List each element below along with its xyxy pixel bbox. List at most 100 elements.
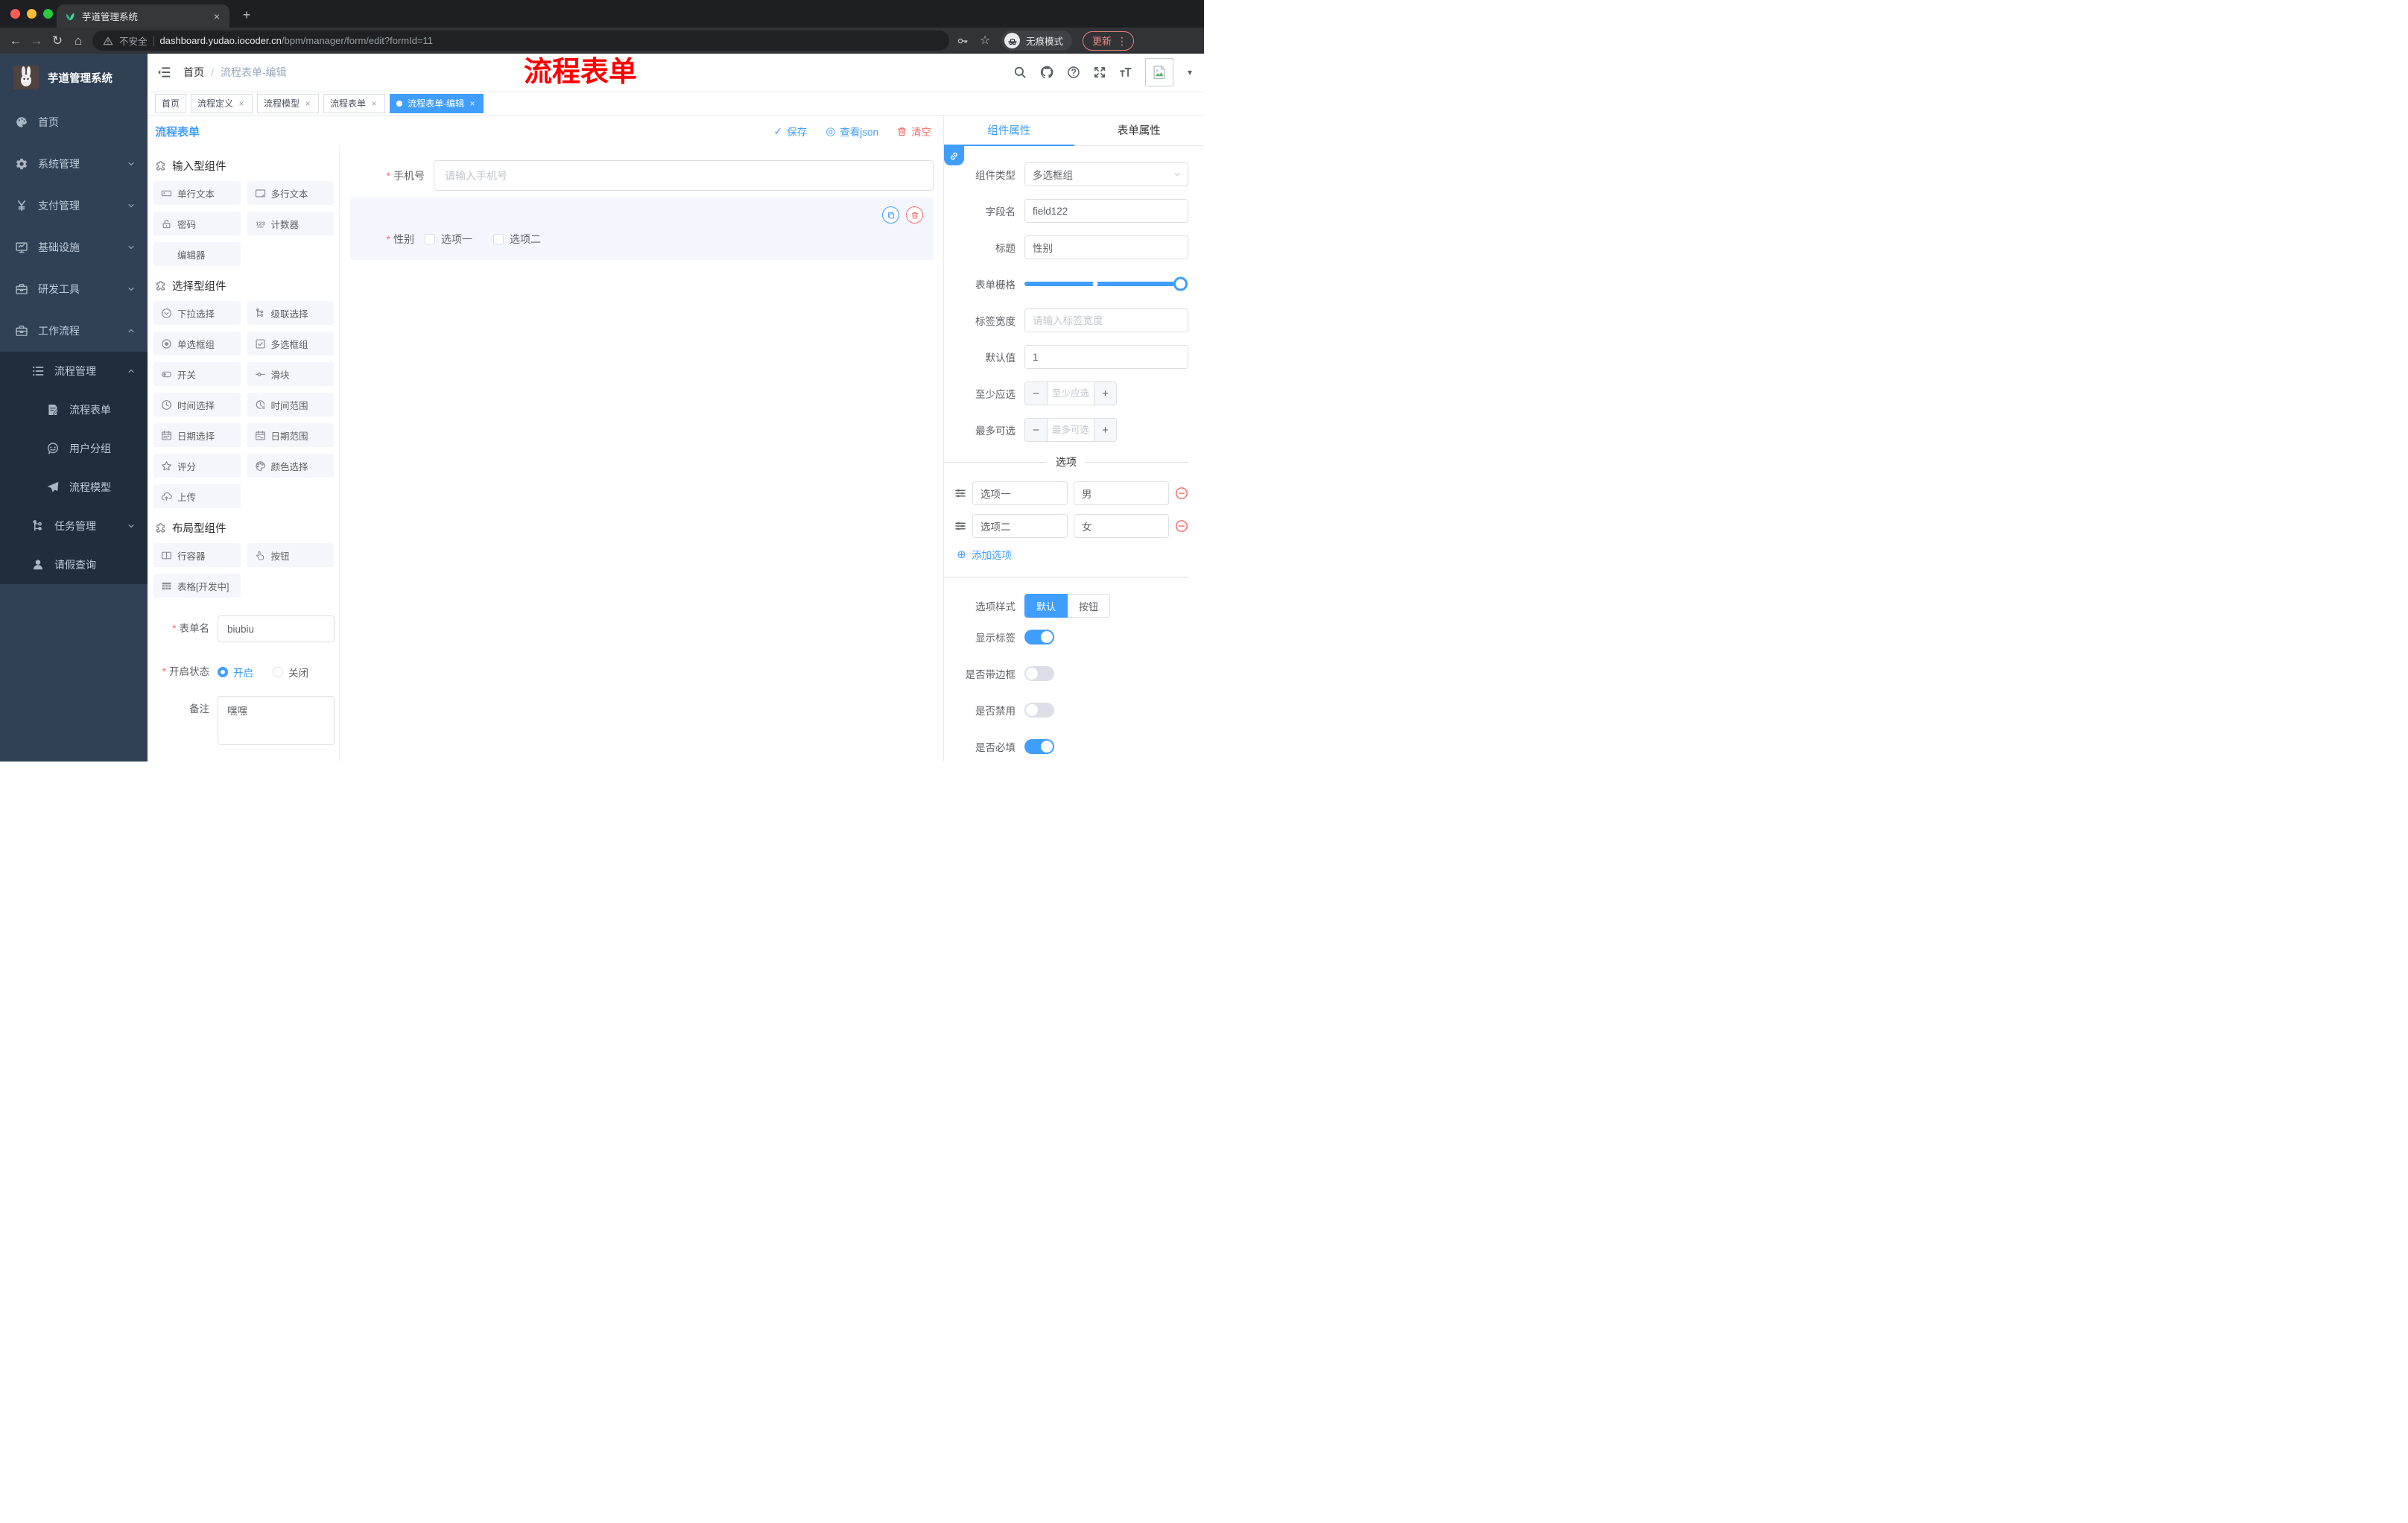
copy-widget-button[interactable] [882,206,899,224]
sidebar-item-11[interactable]: 请假查询 [0,545,148,584]
sidebar-item-4[interactable]: 研发工具 [0,268,148,310]
breadcrumb-home[interactable]: 首页 [183,65,204,80]
back-icon[interactable]: ← [9,34,22,48]
default-value-input[interactable] [1024,345,1188,369]
title-input[interactable] [1024,235,1188,259]
field-name-input[interactable] [1024,199,1188,223]
status-radio-off[interactable]: 关闭 [273,665,308,680]
palette-item-1-8[interactable]: 日期选择 [153,423,241,447]
tab-form-props[interactable]: 表单属性 [1074,116,1205,145]
tab-close-icon[interactable]: × [212,11,222,22]
style-default-button[interactable]: 默认 [1024,594,1068,618]
form-name-input[interactable] [218,615,335,642]
window-minimize-button[interactable] [27,9,37,19]
gender-option-1[interactable]: 选项二 [493,232,541,247]
label-width-input[interactable] [1024,308,1188,332]
tag-tab-3[interactable]: 流程表单 × [323,93,386,113]
palette-item-2-1[interactable]: 按钮 [247,543,334,567]
fullscreen-icon[interactable] [1093,66,1106,79]
tag-close-icon[interactable]: × [468,99,477,108]
home-icon[interactable]: ⌂ [72,34,85,48]
help-icon[interactable] [1067,66,1080,79]
palette-item-1-10[interactable]: 评分 [153,454,241,478]
tag-close-icon[interactable]: × [237,99,246,108]
tag-tab-0[interactable]: 首页 [155,93,187,113]
drag-handle-icon[interactable] [954,487,966,499]
sidebar-item-0[interactable]: 首页 [0,101,148,143]
palette-item-1-3[interactable]: 多选框组 [247,332,334,355]
min-select-input[interactable] [1048,382,1094,405]
sidebar-item-7[interactable]: 流程表单 [0,390,148,429]
window-close-button[interactable] [10,9,20,19]
window-zoom-button[interactable] [43,9,53,19]
palette-item-1-6[interactable]: 时间选择 [153,393,241,417]
option-label-input[interactable] [972,481,1068,505]
palette-item-1-7[interactable]: 时间范围 [247,393,334,417]
stepper-decrease-button[interactable]: − [1025,419,1048,441]
remove-option-icon[interactable] [1175,487,1188,500]
form-grid-slider[interactable] [1024,276,1188,291]
style-button-button[interactable]: 按钮 [1068,594,1111,618]
palette-item-0-2[interactable]: 密码 [153,212,241,235]
add-option-button[interactable]: ⊕ 添加选项 [944,547,1188,562]
palette-item-1-11[interactable]: 颜色选择 [247,454,334,478]
clear-button[interactable]: 清空 [896,124,931,139]
palette-item-0-0[interactable]: 单行文本 [153,181,241,205]
font-size-icon[interactable] [1119,66,1132,79]
sidebar-item-2[interactable]: 支付管理 [0,185,148,227]
palette-item-1-4[interactable]: 开关 [153,362,241,386]
sidebar-item-5[interactable]: 工作流程 [0,310,148,352]
gender-option-0[interactable]: 选项一 [425,232,472,247]
link-badge[interactable] [944,146,964,165]
palette-item-1-5[interactable]: 滑块 [247,362,334,386]
remark-textarea[interactable]: 嘿嘿 [218,696,335,745]
option-label-input[interactable] [972,514,1068,538]
status-radio-on[interactable]: 开启 [218,665,253,680]
user-avatar[interactable] [1145,58,1173,86]
palette-item-1-1[interactable]: 级联选择 [247,301,334,325]
toggle-switch[interactable] [1024,630,1054,645]
selected-widget-gender[interactable]: 性别 选项一 选项二 [350,197,934,260]
delete-widget-button[interactable] [906,206,923,224]
option-value-input[interactable] [1074,514,1169,538]
sidebar-item-3[interactable]: 基础设施 [0,227,148,268]
stepper-increase-button[interactable]: + [1094,419,1116,441]
tag-tab-4[interactable]: 流程表单-编辑 × [390,93,484,113]
stepper-decrease-button[interactable]: − [1025,382,1048,405]
toggle-switch[interactable] [1024,739,1054,754]
new-tab-button[interactable]: + [240,8,253,22]
sidebar-item-1[interactable]: 系统管理 [0,143,148,185]
palette-item-1-9[interactable]: 日期范围 [247,423,334,447]
slider-thumb[interactable] [1173,276,1188,291]
palette-item-2-0[interactable]: 行容器 [153,543,241,567]
view-json-button[interactable]: ◎ 查看json [825,124,878,139]
sidebar-item-8[interactable]: 用户分组 [0,429,148,468]
component-type-select[interactable] [1024,162,1188,186]
stepper-increase-button[interactable]: + [1094,382,1116,405]
palette-item-2-2[interactable]: 表格[开发中] [153,574,241,598]
sidebar-item-6[interactable]: 流程管理 [0,352,148,390]
github-icon[interactable] [1039,65,1054,80]
sidebar-item-9[interactable]: 流程模型 [0,468,148,507]
browser-menu-icon[interactable]: ⋮ [1117,36,1127,46]
toggle-switch[interactable] [1024,703,1054,718]
toggle-switch[interactable] [1024,666,1054,681]
browser-tab[interactable]: 芋道管理系统 × [57,4,229,28]
forward-icon[interactable]: → [30,34,43,48]
url-bar[interactable]: 不安全 dashboard.yudao.iocoder.cn/bpm/manag… [92,31,949,51]
palette-item-1-12[interactable]: 上传 [153,484,241,508]
palette-item-0-1[interactable]: 多行文本 [247,181,334,205]
tag-tab-1[interactable]: 流程定义 × [191,93,253,113]
search-icon[interactable] [1013,66,1027,79]
tag-close-icon[interactable]: × [370,99,378,108]
browser-update-button[interactable]: 更新 ⋮ [1083,31,1135,51]
tab-component-props[interactable]: 组件属性 [944,116,1074,145]
palette-item-1-0[interactable]: 下拉选择 [153,301,241,325]
sidebar-item-10[interactable]: 任务管理 [0,507,148,545]
palette-item-0-3[interactable]: 123 计数器 [247,212,334,235]
sidebar-collapse-icon[interactable] [156,65,171,80]
palette-item-0-4[interactable]: 编辑器 [153,242,241,266]
remove-option-icon[interactable] [1175,519,1188,533]
max-select-input[interactable] [1048,419,1094,441]
tag-tab-2[interactable]: 流程模型 × [257,93,320,113]
